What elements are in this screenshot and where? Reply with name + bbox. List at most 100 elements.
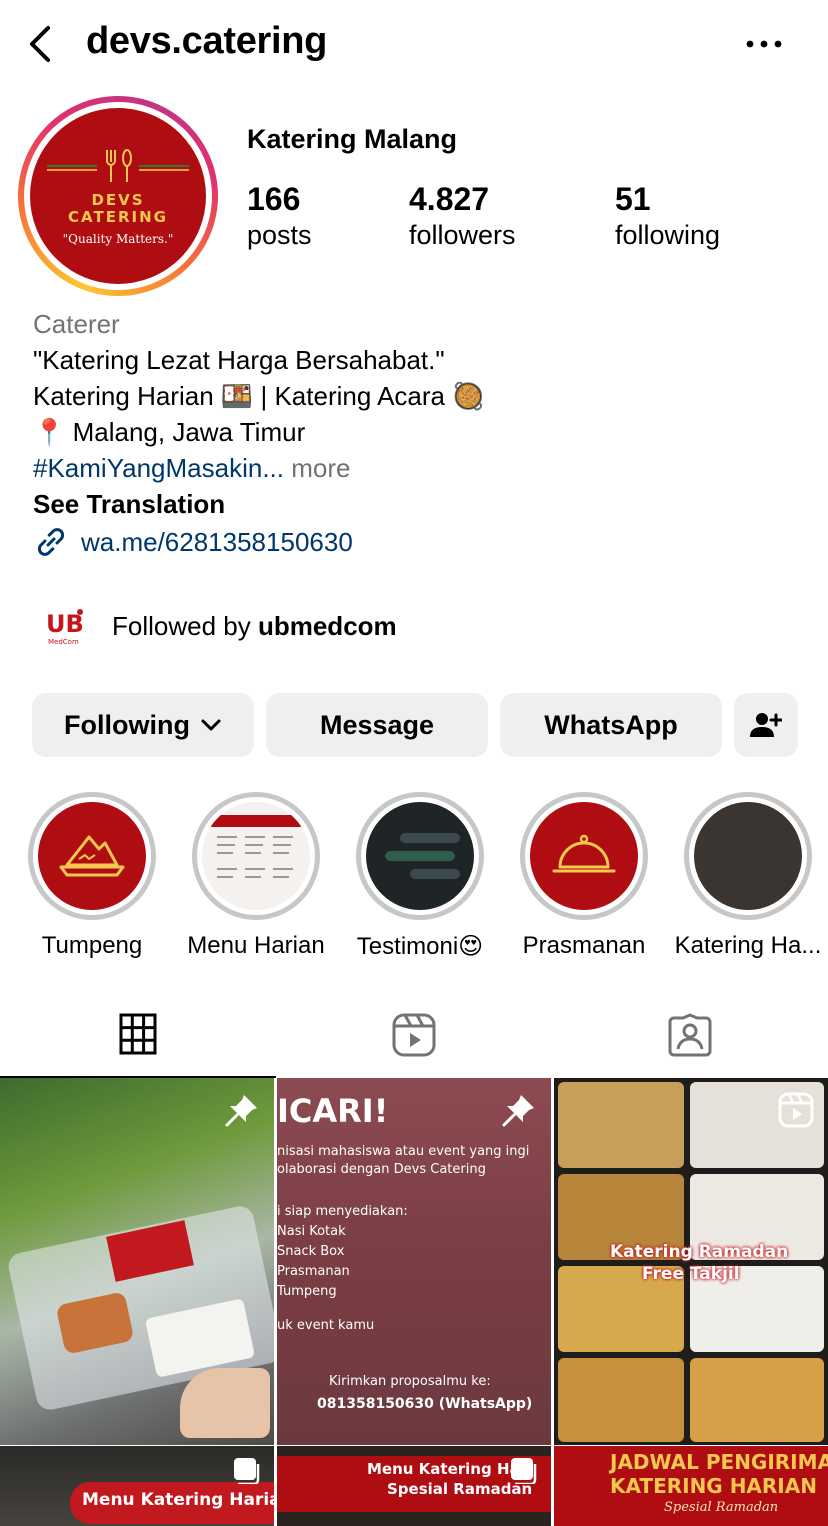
- hashtag-link[interactable]: #KamiYangMasakin: [33, 453, 262, 483]
- bio-line: 📍 Malang, Jawa Timur: [33, 417, 306, 447]
- followed-by-username[interactable]: ubmedcom: [258, 611, 397, 641]
- bio-line: Katering Harian 🍱 | Katering Acara 🥘: [33, 381, 485, 411]
- more-options-icon[interactable]: [744, 28, 784, 58]
- testimoni-thumbnail: [366, 802, 474, 910]
- followed-by-text: Followed by ubmedcom: [112, 611, 397, 642]
- following-label: Following: [64, 709, 190, 740]
- pin-icon: [224, 1092, 260, 1128]
- post-text-line: nisasi mahasiswa atau event yang ingi: [277, 1144, 530, 1159]
- tagged-person-icon: [668, 1013, 712, 1057]
- chevron-down-icon: [201, 719, 221, 731]
- display-name: Katering Malang: [247, 124, 458, 154]
- post-title-text: Katering Ramadan: [610, 1242, 789, 1262]
- stat-label: following: [615, 220, 721, 250]
- post-thumbnail[interactable]: Menu Katering Harian: [0, 1446, 274, 1526]
- posts-count[interactable]: 166 posts: [247, 180, 312, 252]
- following-count[interactable]: 51 following: [615, 180, 720, 252]
- bio-more-link[interactable]: more: [284, 453, 350, 483]
- post-text-line: Kirimkan proposalmu ke:: [329, 1374, 491, 1389]
- post-title-text: JADWAL PENGIRIMA: [610, 1450, 828, 1474]
- grid-icon: [119, 1013, 157, 1055]
- highlight-label: Menu Harian: [187, 932, 325, 959]
- post-thumbnail[interactable]: JADWAL PENGIRIMA KATERING HARIAN Spesial…: [554, 1446, 828, 1526]
- avatar-brand-text: DEVS CATERING: [68, 191, 168, 226]
- message-label: Message: [319, 709, 435, 740]
- profile-username: devs.catering: [86, 20, 328, 62]
- followed-by-row[interactable]: UB MedCom Followed by ubmedcom: [42, 604, 397, 648]
- highlight-katering-harian[interactable]: Katering Ha...: [666, 792, 828, 960]
- post-title-text: ICARI!: [277, 1092, 389, 1130]
- profile-actions: Following Message WhatsApp: [32, 693, 798, 757]
- utensils-logo-icon: [47, 149, 189, 182]
- profile-category: Caterer: [33, 309, 120, 339]
- highlight-label: Tumpeng: [41, 932, 143, 959]
- pin-icon: [501, 1092, 537, 1128]
- bento-thumbnail: [694, 802, 802, 910]
- mutual-follower-avatar[interactable]: UB MedCom: [42, 604, 86, 648]
- stat-value: 51: [615, 181, 651, 217]
- multi-post-icon: [509, 1456, 537, 1486]
- posts-grid: ICARI! nisasi mahasiswa atau event yang …: [0, 1078, 828, 1526]
- highlight-testimoni[interactable]: Testimoni😍: [338, 792, 502, 961]
- stat-label: posts: [247, 220, 312, 250]
- bio-line: "Katering Lezat Harga Bersahabat.": [33, 345, 445, 375]
- whatsapp-button[interactable]: WhatsApp: [500, 693, 722, 757]
- post-text-line: Snack Box: [277, 1244, 345, 1259]
- highlight-label: Testimoni😍: [356, 933, 484, 960]
- tumpeng-icon: [38, 802, 146, 910]
- bio-website-link[interactable]: wa.me/6281358150630: [33, 524, 813, 560]
- followed-by-prefix: Followed by: [112, 610, 258, 641]
- post-thumbnail[interactable]: ICARI! nisasi mahasiswa atau event yang …: [277, 1078, 551, 1445]
- post-text-line: i siap menyediakan:: [277, 1204, 408, 1219]
- post-text-line: 081358150630 (WhatsApp): [317, 1396, 533, 1412]
- profile-tabs: [0, 992, 828, 1078]
- reels-icon: [392, 1013, 436, 1057]
- avatar-logo: DEVS CATERING "Quality Matters.": [30, 108, 206, 284]
- post-title-text: Menu Katering Ha: [367, 1460, 520, 1478]
- link-icon: [37, 528, 65, 556]
- tab-posts-grid[interactable]: [0, 992, 276, 1078]
- whatsapp-label: WhatsApp: [544, 709, 678, 740]
- post-text-line: Prasmanan: [277, 1264, 350, 1279]
- menu-thumbnail: [202, 802, 310, 910]
- post-text-line: Tumpeng: [277, 1284, 337, 1299]
- post-text-line: Spesial Ramadan: [664, 1500, 779, 1515]
- post-text-line: KATERING HARIAN: [610, 1474, 817, 1498]
- highlight-menu-harian[interactable]: Menu Harian: [174, 792, 338, 960]
- message-button[interactable]: Message: [266, 693, 488, 757]
- following-button[interactable]: Following: [32, 693, 254, 757]
- avatar-tagline: "Quality Matters.": [62, 232, 174, 246]
- highlight-tumpeng[interactable]: Tumpeng: [10, 792, 174, 960]
- stat-value: 166: [247, 181, 301, 217]
- back-arrow-icon[interactable]: [22, 22, 62, 66]
- post-thumbnail[interactable]: [0, 1078, 274, 1445]
- profile-bio: Caterer "Katering Lezat Harga Bersahabat…: [33, 306, 813, 560]
- tab-tagged[interactable]: [552, 992, 828, 1078]
- post-text-line: Nasi Kotak: [277, 1224, 346, 1239]
- svg-text:MedCom: MedCom: [48, 638, 79, 646]
- stat-value: 4.827: [409, 181, 490, 217]
- post-thumbnail[interactable]: Katering Ramadan Free Takjil: [554, 1078, 828, 1445]
- post-text-line: uk event kamu: [277, 1318, 375, 1333]
- post-thumbnail[interactable]: Menu Katering Ha Spesial Ramadan: [277, 1446, 551, 1526]
- multi-post-icon: [232, 1456, 260, 1486]
- highlight-label: Prasmanan: [522, 932, 646, 959]
- suggested-people-button[interactable]: [734, 693, 798, 757]
- followers-count[interactable]: 4.827 followers: [409, 180, 516, 252]
- add-person-icon: [750, 713, 782, 737]
- post-text-line: Free Takjil: [642, 1264, 740, 1284]
- website-url[interactable]: wa.me/6281358150630: [81, 524, 353, 560]
- highlight-label: Katering Ha...: [674, 932, 822, 959]
- highlight-prasmanan[interactable]: Prasmanan: [502, 792, 666, 960]
- see-translation-link[interactable]: See Translation: [33, 486, 813, 522]
- story-highlights: Tumpeng Menu Harian Testimoni😍 Prasmanan…: [0, 792, 828, 972]
- tab-reels[interactable]: [276, 992, 552, 1078]
- top-bar: devs.catering: [0, 0, 828, 90]
- bio-ellipsis: ...: [262, 453, 284, 483]
- post-text-line: olaborasi dengan Devs Catering: [277, 1162, 486, 1177]
- reel-icon: [778, 1092, 814, 1128]
- profile-avatar[interactable]: DEVS CATERING "Quality Matters.": [18, 96, 218, 296]
- bio-hashtag-row: #KamiYangMasakin... more: [33, 450, 813, 486]
- post-title-text: Menu Katering Harian: [82, 1490, 274, 1510]
- food-cloche-icon: [530, 802, 638, 910]
